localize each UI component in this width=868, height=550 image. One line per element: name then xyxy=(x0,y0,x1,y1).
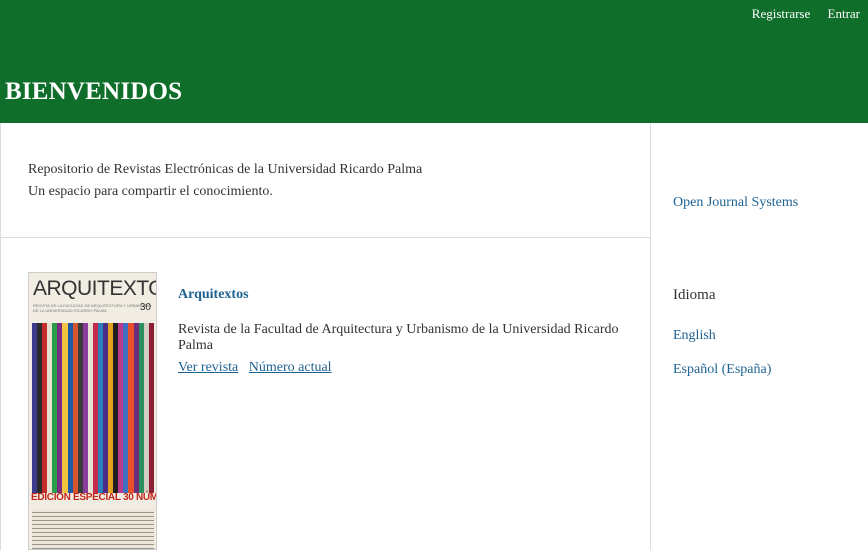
sidebar: Open Journal Systems Idioma English Espa… xyxy=(651,123,868,550)
journal-description: Revista de la Facultad de Arquitectura y… xyxy=(178,322,619,353)
language-item: Español (España) xyxy=(673,360,771,380)
cover-subtitle: REVISTA DE LA FACULTAD DE ARQUITECTURA Y… xyxy=(33,303,152,313)
journal-item: ARQUITEXTOS REVISTA DE LA FACULTAD DE AR… xyxy=(1,239,651,550)
about-line-2: Un espacio para compartir el conocimient… xyxy=(28,184,273,199)
cover-contributor-list xyxy=(32,509,154,549)
view-journal-link[interactable]: Ver revista xyxy=(178,360,238,375)
main-content: Repositorio de Revistas Electrónicas de … xyxy=(0,123,651,550)
journal-title-link[interactable]: Arquitextos xyxy=(178,287,249,303)
login-link[interactable]: Entrar xyxy=(828,6,860,21)
cover-issue-number: 30 xyxy=(139,302,151,313)
current-issue-link[interactable]: Número actual xyxy=(249,360,332,375)
about-section: Repositorio de Revistas Electrónicas de … xyxy=(1,123,651,238)
cover-special-edition: EDICIÓN ESPECIAL 30 NÚMEROS xyxy=(31,492,157,503)
ojs-link[interactable]: Open Journal Systems xyxy=(673,195,798,211)
site-title: BIENVENIDOS xyxy=(5,78,183,105)
about-text: Repositorio de Revistas Electrónicas de … xyxy=(28,159,422,203)
cover-stripes xyxy=(32,323,154,493)
journal-cover-image[interactable]: ARQUITEXTOS REVISTA DE LA FACULTAD DE AR… xyxy=(28,272,157,550)
site-header: Registrarse Entrar BIENVENIDOS xyxy=(0,0,868,123)
about-line-1: Repositorio de Revistas Electrónicas de … xyxy=(28,162,423,177)
language-item: English xyxy=(673,326,771,346)
language-block-title: Idioma xyxy=(673,287,716,303)
user-nav: Registrarse Entrar xyxy=(738,6,860,22)
cover-title: ARQUITEXTOS xyxy=(33,277,156,300)
language-english-link[interactable]: English xyxy=(673,328,716,343)
register-link[interactable]: Registrarse xyxy=(752,6,810,21)
language-spanish-link[interactable]: Español (España) xyxy=(673,362,771,377)
journal-links: Ver revista Número actual xyxy=(178,360,339,376)
language-list: English Español (España) xyxy=(673,326,771,394)
